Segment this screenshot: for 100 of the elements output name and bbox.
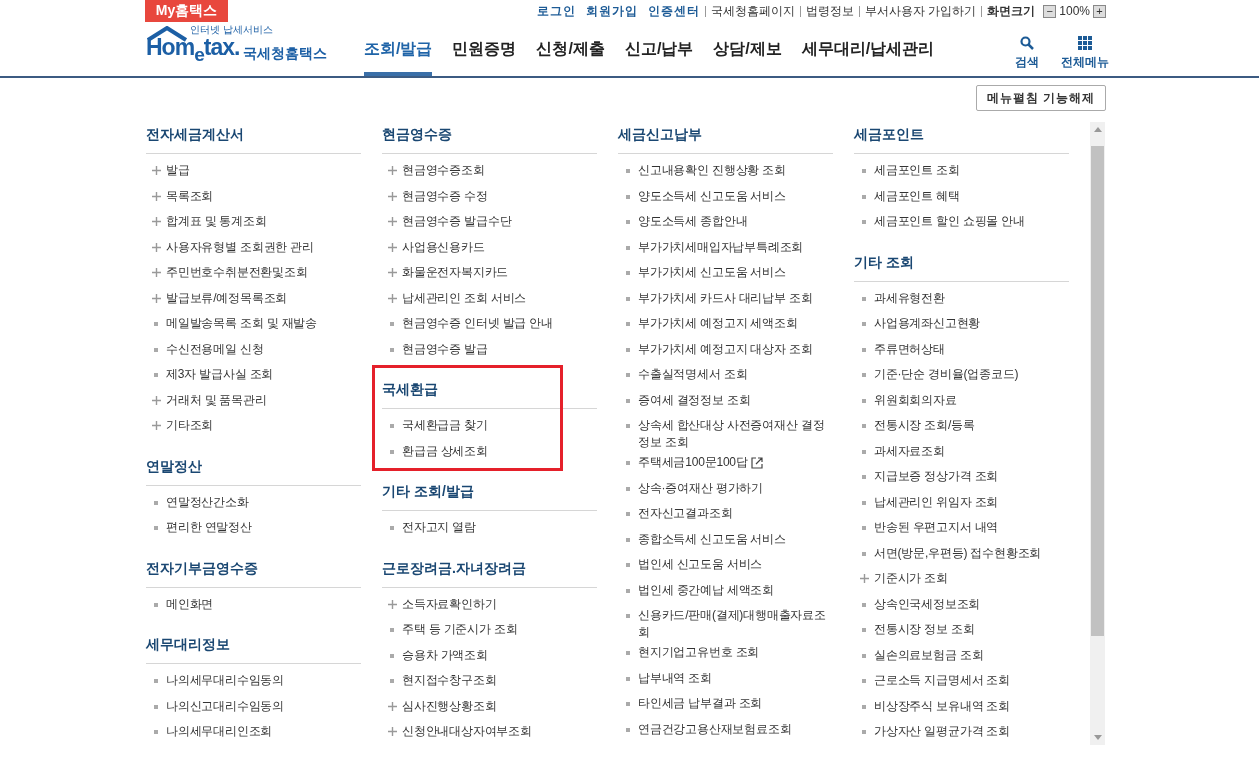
scrollbar-thumb[interactable] (1091, 146, 1104, 636)
menu-link[interactable]: 납세관리인 조회 서비스 (402, 289, 527, 307)
menu-link[interactable]: 사업용신용카드 (402, 238, 485, 256)
nav-tab[interactable]: 신고/납부 (624, 22, 714, 76)
menu-link[interactable]: 주민번호수취분전환및조회 (166, 264, 308, 281)
menu-link[interactable]: 환급금 상세조회 (402, 442, 488, 460)
search-button[interactable]: 검색 (1015, 35, 1039, 71)
menu-link[interactable]: 양도소득세 신고도움 서비스 (638, 187, 786, 205)
scrollbar[interactable] (1090, 122, 1105, 745)
menu-link[interactable]: 서면(방문,우편등) 접수현황조회 (874, 544, 1042, 562)
menu-link[interactable]: 납세관리인 위임자 조회 (874, 493, 999, 511)
menu-link[interactable]: 전통시장 조회/등록 (874, 417, 975, 434)
nav-tab[interactable]: 세무대리/납세관리 (801, 22, 955, 76)
nav-tab[interactable]: 조회/발급 (364, 22, 433, 76)
menu-link[interactable]: 사용자유형별 조회권한 관리 (166, 238, 314, 256)
menu-link[interactable]: 법인세 신고도움 서비스 (638, 556, 763, 573)
nav-tab[interactable]: 신청/제출 (536, 22, 625, 76)
menu-link[interactable]: 현금영수증 인터넷 발급 안내 (402, 315, 553, 332)
zoom-out-button[interactable]: − (1043, 4, 1057, 18)
menu-link[interactable]: 발급 (166, 162, 190, 179)
menu-link[interactable]: 종합소득세 신고도움 서비스 (638, 530, 786, 548)
menu-link[interactable]: 연금건강고용산재보험료조회 (638, 720, 792, 738)
menu-link[interactable]: 소득자료확인하기 (402, 595, 497, 613)
menu-link[interactable]: 실손의료보험금 조회 (874, 646, 984, 664)
menu-link[interactable]: 현지기업고유번호 조회 (638, 644, 760, 661)
all-menu-button[interactable]: 전체메뉴 (1061, 35, 1109, 71)
menu-link[interactable]: 연말정산간소화 (166, 493, 249, 511)
menu-link[interactable]: 현금영수증 발급수단 (402, 213, 512, 230)
menu-link[interactable]: 나의세무대리인조회 (166, 723, 273, 740)
menu-link[interactable]: 거래처 및 품목관리 (166, 391, 267, 409)
menu-expand-toggle-button[interactable]: 메뉴펼침 기능해제 (975, 85, 1106, 111)
menu-link[interactable]: 현지접수창구조회 (402, 672, 497, 689)
menu-link[interactable]: 메일발송목록 조회 및 재발송 (166, 315, 317, 332)
menu-link[interactable]: 비상장주식 보유내역 조회 (874, 697, 1011, 715)
menu-link[interactable]: 신용카드/판매(결제)대행매출자료조회 (638, 607, 833, 641)
menu-link[interactable]: 나의신고대리수임동의 (166, 697, 284, 715)
menu-link[interactable]: 전통시장 정보 조회 (874, 621, 975, 638)
menu-link[interactable]: 부가가치세 예정고지 세액조회 (638, 315, 798, 332)
menu-link[interactable]: 현금영수증조회 (402, 162, 485, 179)
menu-link[interactable]: 반송된 우편고지서 내역 (874, 519, 999, 536)
top-link[interactable]: 회원가입 (580, 5, 643, 17)
zoom-in-button[interactable]: + (1093, 4, 1106, 18)
menu-link[interactable]: 위원회회의자료 (874, 391, 957, 409)
my-hometax-tab[interactable]: My홈택스 (145, 0, 228, 22)
menu-link[interactable]: 발급보류/예정목록조회 (166, 289, 288, 307)
menu-link[interactable]: 부가가치세매입자납부특례조회 (638, 238, 804, 256)
menu-link[interactable]: 부가가치세 카드사 대리납부 조회 (638, 289, 813, 307)
menu-link[interactable]: 수출실적명세서 조회 (638, 366, 748, 383)
menu-link[interactable]: 과세유형전환 (874, 289, 945, 307)
menu-link[interactable]: 가상자산 일평균가격 조회 (874, 723, 1011, 740)
top-link[interactable]: 국세청홈페이지 (704, 5, 800, 17)
menu-link[interactable]: 지급보증 정상가격 조회 (874, 468, 999, 485)
menu-link[interactable]: 기준·단순 경비율(업종코드) (874, 366, 1019, 383)
menu-link[interactable]: 나의세무대리수임동의 (166, 672, 284, 689)
menu-link[interactable]: 현금영수증 발급 (402, 340, 488, 358)
menu-link[interactable]: 화물운전자복지카드 (402, 264, 509, 281)
menu-link[interactable]: 편리한 연말정산 (166, 519, 252, 536)
menu-link[interactable]: 사업용계좌신고현황 (874, 315, 981, 332)
menu-link[interactable]: 상속세 합산대상 사전증여재산 결정정보 조회 (638, 417, 833, 451)
menu-link[interactable]: 전자고지 열람 (402, 519, 476, 536)
menu-link[interactable]: 목록조회 (166, 187, 214, 205)
menu-link[interactable]: 상속·증여재산 평가하기 (638, 479, 763, 497)
scroll-down-icon[interactable] (1093, 735, 1102, 740)
top-link[interactable]: 로그인 (531, 5, 581, 17)
top-link[interactable]: 법령정보 (799, 5, 859, 17)
menu-link[interactable]: 현금영수증 수정 (402, 187, 488, 205)
menu-link[interactable]: 증여세 결정정보 조회 (638, 391, 751, 409)
menu-link[interactable]: 심사진행상황조회 (402, 697, 497, 715)
logo-name[interactable]: 국세청홈택스 (243, 45, 328, 63)
menu-link[interactable]: 주류면허상태 (874, 340, 945, 358)
nav-tab[interactable]: 민원증명 (452, 22, 537, 76)
menu-link[interactable]: 과세자료조회 (874, 442, 945, 460)
menu-link[interactable]: 주택세금100문100답 (638, 454, 748, 471)
menu-link[interactable]: 납부내역 조회 (638, 669, 712, 687)
top-link[interactable]: 화면크기 (981, 5, 1041, 17)
menu-link[interactable]: 메인화면 (166, 595, 214, 613)
nav-tab[interactable]: 상담/제보 (713, 22, 802, 76)
menu-link[interactable]: 주택 등 기준시가 조회 (402, 621, 518, 638)
menu-link[interactable]: 기타조회 (166, 417, 214, 434)
logo-brand[interactable]: Hom$_{e}$tax. (146, 34, 240, 66)
menu-link[interactable]: 양도소득세 종합안내 (638, 213, 748, 230)
menu-link[interactable]: 세금포인트 조회 (874, 162, 960, 179)
menu-link[interactable]: 국세환급금 찾기 (402, 417, 488, 434)
menu-link[interactable]: 세금포인트 혜택 (874, 187, 960, 205)
menu-link[interactable]: 신청안내대상자여부조회 (402, 723, 532, 740)
menu-link[interactable]: 타인세금 납부결과 조회 (638, 695, 763, 712)
menu-link[interactable]: 제3자 발급사실 조회 (166, 366, 274, 383)
menu-link[interactable]: 합계표 및 통계조회 (166, 213, 267, 230)
menu-link[interactable]: 부가가치세 신고도움 서비스 (638, 264, 786, 281)
menu-link[interactable]: 기준시가 조회 (874, 570, 948, 587)
menu-link[interactable]: 전자신고결과조회 (638, 505, 733, 522)
menu-link[interactable]: 법인세 중간예납 세액조회 (638, 581, 775, 599)
top-link[interactable]: 부서사용자 가입하기 (858, 5, 982, 17)
menu-link[interactable]: 승용차 가액조회 (402, 646, 488, 664)
menu-link[interactable]: 부가가치세 예정고지 대상자 조회 (638, 340, 813, 358)
top-link[interactable]: 인증센터 (642, 5, 705, 17)
menu-link[interactable]: 근로소득 지급명세서 조회 (874, 672, 1011, 689)
menu-link[interactable]: 세금포인트 할인 쇼핑몰 안내 (874, 213, 1025, 230)
scroll-up-icon[interactable] (1093, 127, 1102, 132)
menu-link[interactable]: 상속인국세정보조회 (874, 595, 981, 613)
